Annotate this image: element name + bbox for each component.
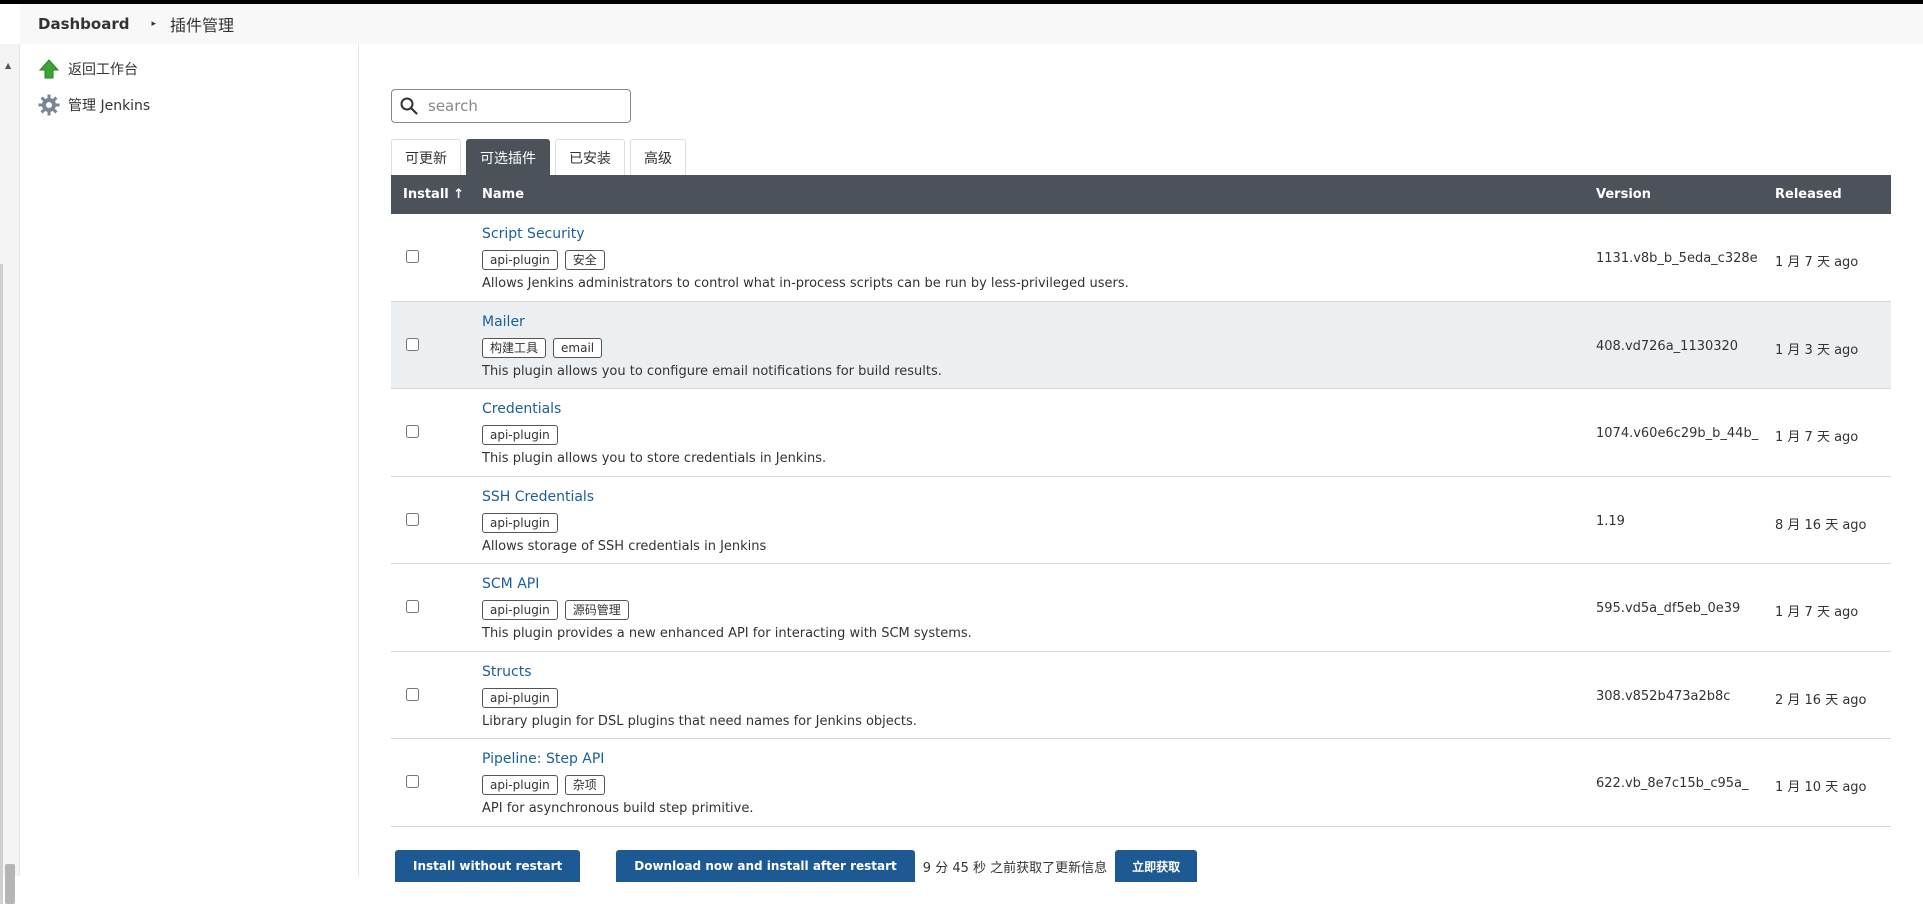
download-install-after-restart-button[interactable]: Download now and install after restart: [616, 850, 915, 882]
plugin-tags: api-plugin 杂项: [482, 775, 612, 795]
search-icon: [400, 97, 418, 115]
table-header: Install ↑ Name Version Released: [391, 175, 1891, 214]
install-checkbox[interactable]: [406, 512, 419, 526]
up-arrow-icon: [38, 58, 60, 80]
gear-icon: [38, 94, 60, 116]
breadcrumb-separator-icon[interactable]: ▸: [151, 19, 156, 29]
plugin-tag[interactable]: 源码管理: [564, 600, 629, 620]
tab-advanced[interactable]: 高级: [630, 139, 686, 175]
plugin-tag[interactable]: api-plugin: [482, 687, 558, 708]
plugin-description: Library plugin for DSL plugins that need…: [482, 713, 917, 729]
plugin-released: 1 月 10 天 ago: [1775, 780, 1867, 795]
breadcrumb: Dashboard ▸ 插件管理: [20, 4, 1923, 44]
plugin-released: 1 月 7 天 ago: [1775, 430, 1859, 445]
sidebar-item-label: 管理 Jenkins: [68, 98, 151, 114]
plugin-released: 1 月 3 天 ago: [1775, 342, 1859, 358]
plugin-tags: api-plugin 安全: [482, 250, 612, 270]
plugin-tag[interactable]: email: [553, 337, 603, 358]
install-without-restart-button[interactable]: Install without restart: [395, 850, 581, 882]
search-box[interactable]: [391, 89, 631, 123]
sidebar-item-back-to-dashboard[interactable]: 返回工作台: [38, 58, 138, 80]
plugin-version: 1.19: [1596, 513, 1625, 529]
plugin-tags: api-plugin: [482, 687, 565, 708]
sidebar: 返回工作台 管理 Jenkins: [20, 44, 359, 876]
plugin-description: This plugin allows you to store credenti…: [482, 451, 827, 466]
install-checkbox[interactable]: [406, 600, 419, 613]
plugin-name-link[interactable]: SCM API: [482, 576, 539, 592]
plugin-tag[interactable]: 构建工具: [482, 337, 547, 358]
column-header-install[interactable]: Install ↑: [403, 187, 464, 202]
plugin-released: 8 月 16 天 ago: [1775, 517, 1867, 533]
tab-available[interactable]: 可选插件: [466, 139, 550, 175]
fetch-now-button[interactable]: 立即获取: [1115, 850, 1198, 882]
plugin-tag[interactable]: 杂项: [564, 775, 605, 795]
scroll-thumb[interactable]: [5, 864, 15, 904]
install-checkbox[interactable]: [406, 337, 419, 351]
plugin-tags: 构建工具 email: [482, 337, 609, 358]
plugin-name-link[interactable]: Pipeline: Step API: [482, 751, 604, 767]
plugin-version: 622.vb_8e7c15b_c95a_: [1596, 776, 1749, 791]
plugin-tag[interactable]: api-plugin: [482, 600, 558, 620]
plugin-version: 1131.v8b_b_5eda_c328e: [1596, 251, 1758, 266]
table-row: Script Security api-plugin 安全 Allows Jenkin…: [391, 214, 1891, 302]
install-checkbox[interactable]: [406, 687, 419, 701]
sidebar-item-manage-jenkins[interactable]: 管理 Jenkins: [38, 94, 150, 116]
plugin-version: 408.vd726a_1130320: [1596, 338, 1739, 354]
plugin-name-link[interactable]: Structs: [482, 664, 532, 680]
plugin-released: 2 月 16 天 ago: [1775, 692, 1867, 708]
table-row: SCM API api-plugin 源码管理 This plugin provide…: [391, 564, 1891, 652]
plugin-tabs: 可更新 可选插件 已安装 高级: [391, 139, 691, 175]
plugin-description: Allows Jenkins administrators to control…: [482, 276, 1129, 291]
tab-installed[interactable]: 已安装: [555, 139, 625, 175]
plugin-tag[interactable]: api-plugin: [482, 775, 558, 795]
column-header-released[interactable]: Released: [1775, 187, 1842, 202]
plugin-tag[interactable]: api-plugin: [482, 250, 558, 270]
plugin-name-link[interactable]: Script Security: [482, 226, 585, 242]
update-status-text: 9 分 45 秒 之前获取了更新信息: [922, 860, 1108, 876]
plugin-released: 1 月 7 天 ago: [1775, 605, 1859, 620]
main-content: 可更新 可选插件 已安装 高级 Install ↑ Name Version R…: [360, 44, 1923, 882]
plugin-tag[interactable]: 安全: [564, 250, 605, 270]
search-input[interactable]: [426, 96, 616, 116]
plugin-description: API for asynchronous build step primitiv…: [482, 801, 754, 816]
column-header-name[interactable]: Name: [482, 187, 524, 202]
plugin-tags: api-plugin: [482, 512, 565, 533]
plugin-name-link[interactable]: SSH Credentials: [482, 489, 594, 505]
plugin-tag[interactable]: api-plugin: [482, 425, 558, 445]
action-bar: Install without restart Download now and…: [395, 850, 1198, 882]
sidebar-item-label: 返回工作台: [68, 62, 138, 78]
install-checkbox[interactable]: [406, 250, 419, 263]
table-body: Script Security api-plugin 安全 Allows Jenkin…: [391, 214, 1891, 827]
plugin-name-link[interactable]: Credentials: [482, 401, 561, 417]
plugin-table: Install ↑ Name Version Released Script S…: [391, 175, 1891, 827]
plugin-version: 308.v852b473a2b8c: [1596, 688, 1731, 704]
table-row: Structs api-plugin Library plugin for DSL …: [391, 651, 1891, 739]
plugin-version: 595.vd5a_df5eb_0e39: [1596, 601, 1741, 616]
scrollbar[interactable]: ▲: [0, 44, 20, 904]
table-row: Credentials api-plugin This plugin allows …: [391, 389, 1891, 477]
breadcrumb-current: 插件管理: [170, 16, 235, 35]
plugin-tag[interactable]: api-plugin: [482, 512, 558, 533]
table-row: Mailer 构建工具 email This plugin allows you to…: [391, 301, 1891, 389]
column-header-version[interactable]: Version: [1596, 187, 1651, 202]
plugin-version: 1074.v60e6c29b_b_44b_: [1596, 426, 1759, 441]
scroll-up-arrow-icon[interactable]: ▲: [5, 61, 11, 70]
plugin-tags: api-plugin: [482, 425, 565, 445]
plugin-tags: api-plugin 源码管理: [482, 600, 636, 620]
plugin-name-link[interactable]: Mailer: [482, 314, 525, 330]
table-row: SSH Credentials api-plugin Allows storage …: [391, 476, 1891, 564]
scroll-track[interactable]: [0, 264, 3, 904]
table-row: Pipeline: Step API api-plugin 杂项 API for as…: [391, 739, 1891, 827]
install-checkbox[interactable]: [406, 425, 419, 438]
plugin-description: This plugin provides a new enhanced API …: [482, 626, 972, 641]
plugin-description: This plugin allows you to configure emai…: [482, 363, 942, 379]
breadcrumb-dashboard-link[interactable]: Dashboard: [38, 15, 129, 33]
tab-updates[interactable]: 可更新: [391, 139, 461, 175]
install-checkbox[interactable]: [406, 775, 419, 788]
plugin-description: Allows storage of SSH credentials in Jen…: [482, 538, 767, 554]
plugin-released: 1 月 7 天 ago: [1775, 255, 1859, 270]
